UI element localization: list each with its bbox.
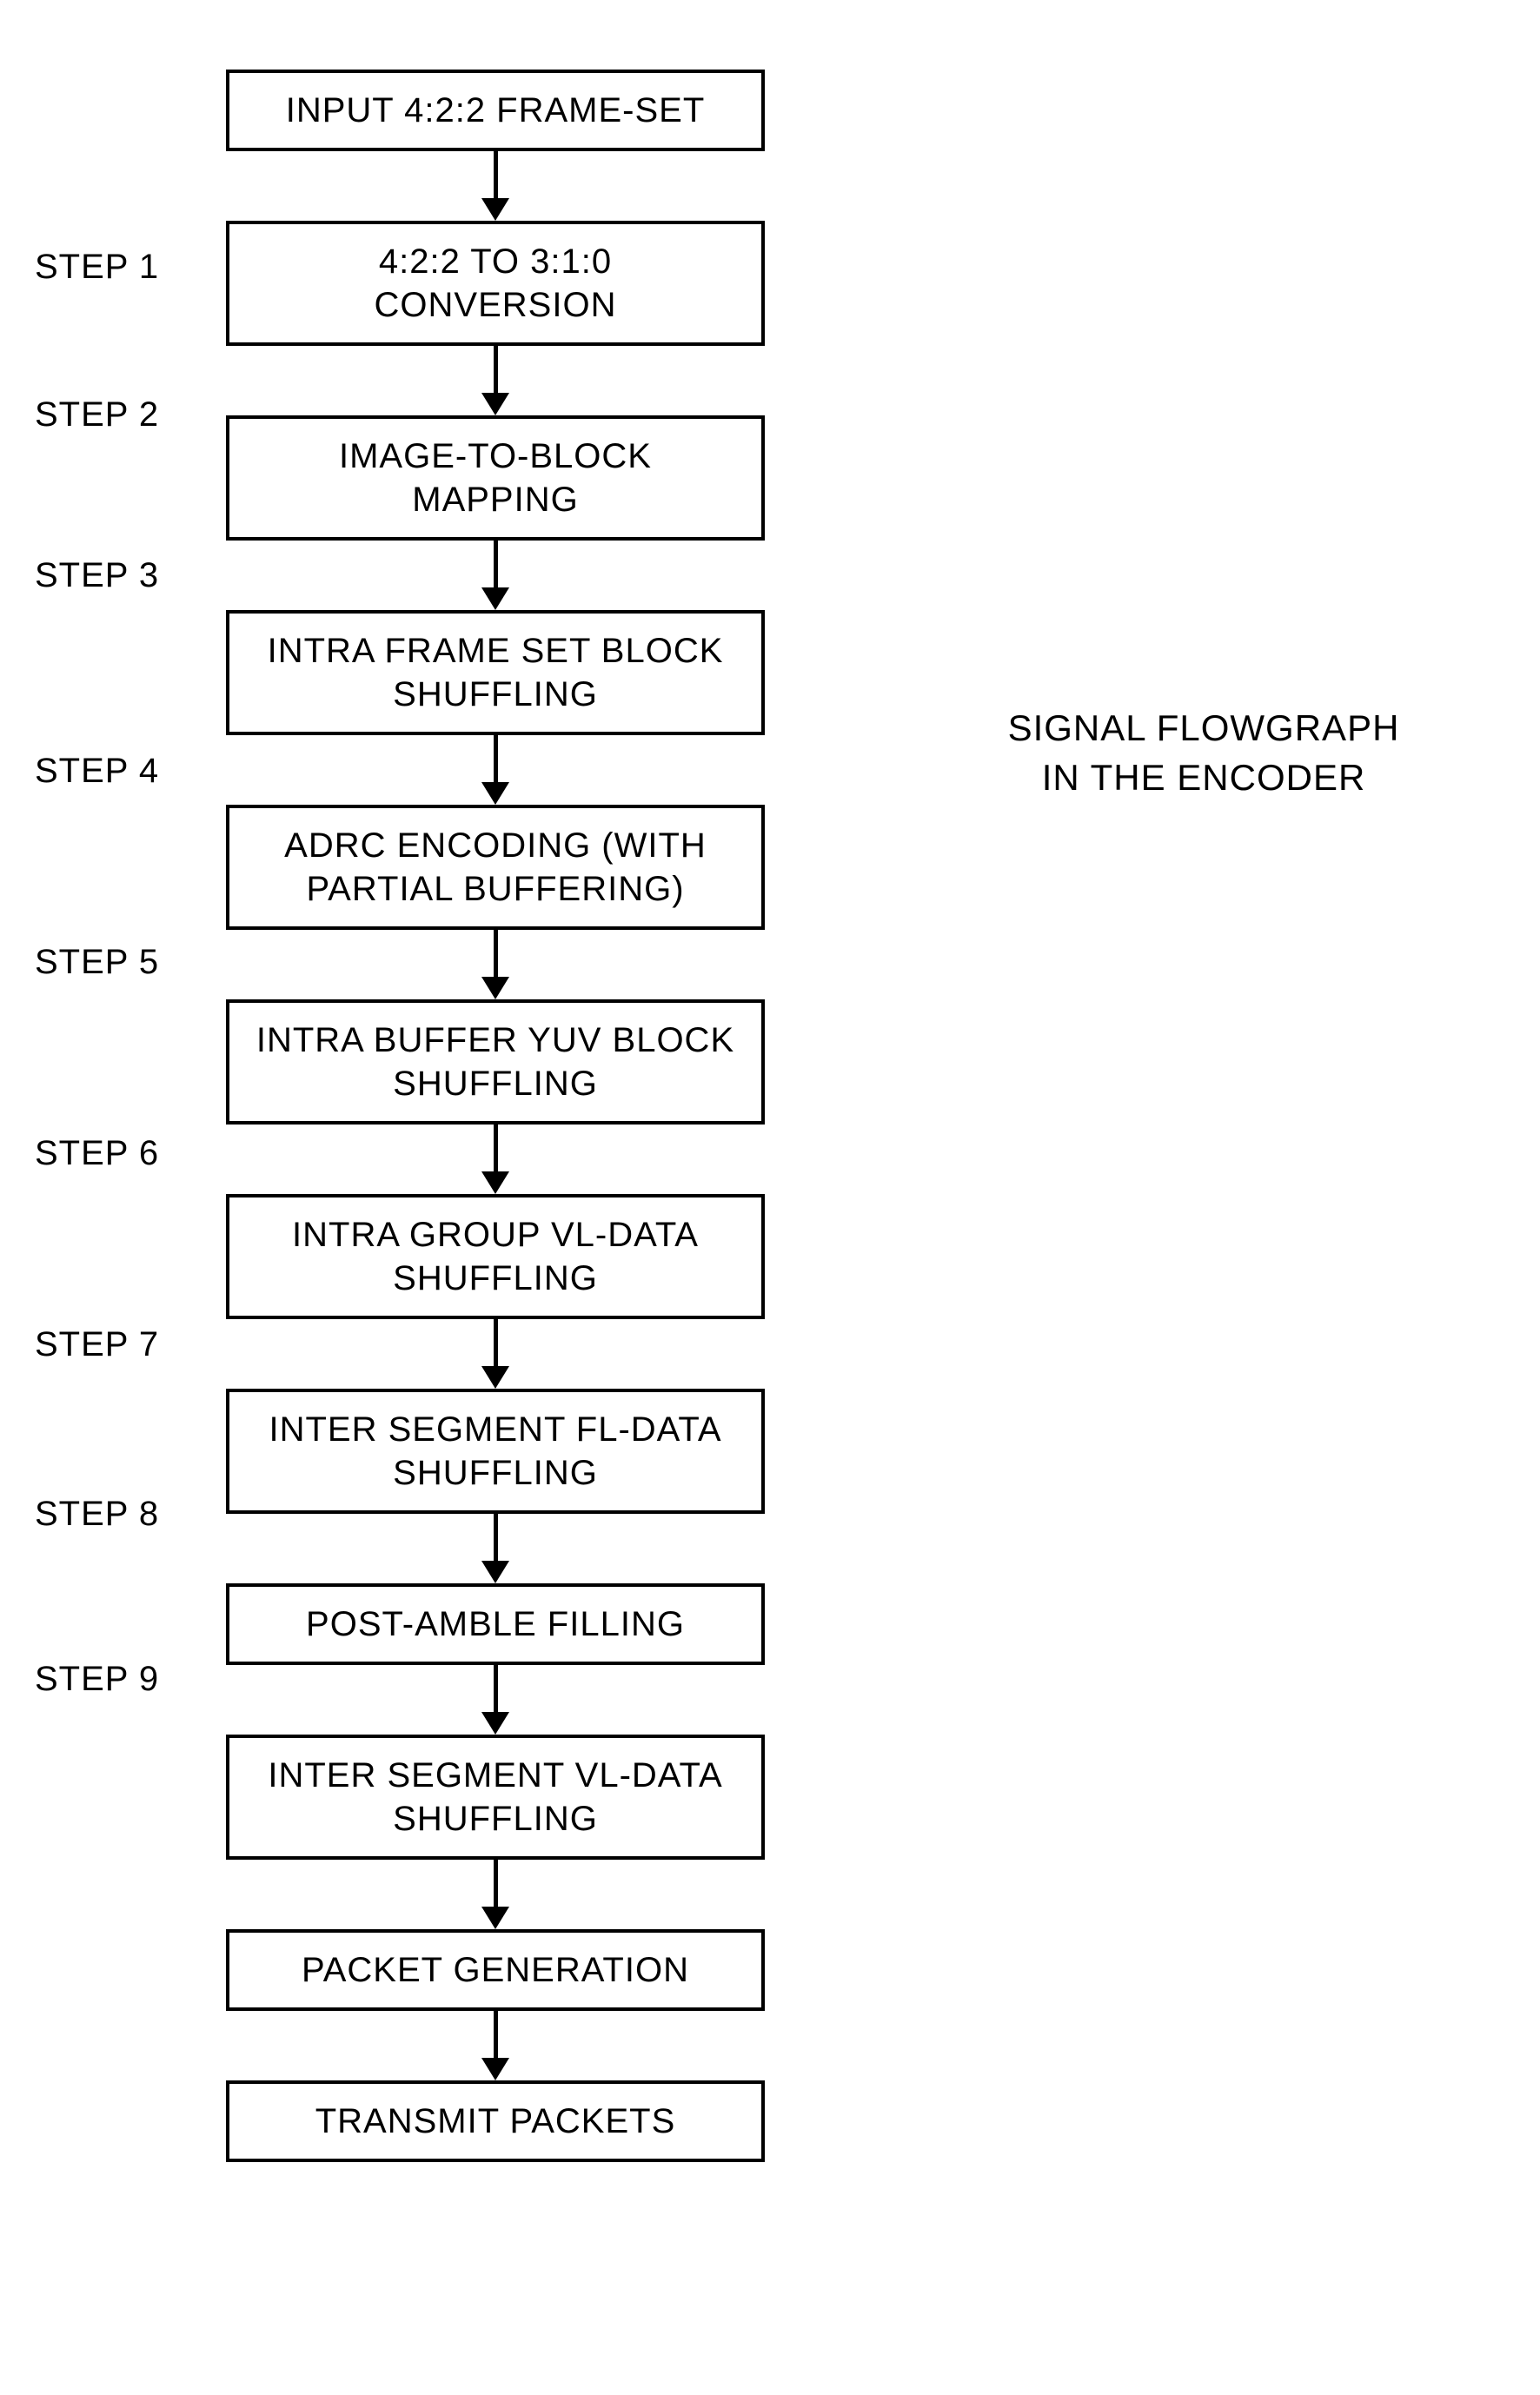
arrow-icon (481, 1319, 509, 1389)
box-line: SHUFFLING (393, 675, 598, 713)
arrow-icon (481, 735, 509, 805)
step-label-7: STEP 7 (35, 1325, 159, 1364)
arrow-icon (481, 151, 509, 221)
box-step2: IMAGE-TO-BLOCK MAPPING (226, 415, 765, 541)
arrow-icon (481, 930, 509, 999)
step-label-8: STEP 8 (35, 1495, 159, 1534)
box-line: SHUFFLING (393, 1259, 598, 1297)
box-line: INTRA GROUP VL-DATA (292, 1216, 699, 1254)
box-line: INTER SEGMENT VL-DATA (268, 1756, 722, 1795)
box-packet-gen: PACKET GENERATION (226, 1929, 765, 2011)
step-label-9: STEP 9 (35, 1660, 159, 1699)
arrow-icon (481, 1860, 509, 1929)
step-label-2: STEP 2 (35, 395, 159, 435)
step-label-3: STEP 3 (35, 556, 159, 595)
box-transmit: TRANSMIT PACKETS (226, 2080, 765, 2162)
arrow-icon (481, 541, 509, 610)
box-line: SHUFFLING (393, 1800, 598, 1838)
box-step5: INTRA BUFFER YUV BLOCK SHUFFLING (226, 999, 765, 1125)
box-step6: INTRA GROUP VL-DATA SHUFFLING (226, 1194, 765, 1319)
box-line: SHUFFLING (393, 1065, 598, 1103)
arrow-icon (481, 346, 509, 415)
box-step1: 4:2:2 TO 3:1:0 CONVERSION (226, 221, 765, 346)
step-label-4: STEP 4 (35, 752, 159, 791)
title-line: IN THE ENCODER (1042, 757, 1366, 798)
diagram-title: SIGNAL FLOWGRAPH IN THE ENCODER (965, 704, 1443, 802)
box-line: INTRA FRAME SET BLOCK (268, 632, 724, 670)
box-input: INPUT 4:2:2 FRAME-SET (226, 70, 765, 151)
arrow-icon (481, 2011, 509, 2080)
box-line: ADRC ENCODING (WITH (284, 826, 707, 865)
arrow-icon (481, 1665, 509, 1735)
step-label-6: STEP 6 (35, 1134, 159, 1173)
arrow-icon (481, 1125, 509, 1194)
box-step9: INTER SEGMENT VL-DATA SHUFFLING (226, 1735, 765, 1860)
box-step8: POST-AMBLE FILLING (226, 1583, 765, 1665)
title-line: SIGNAL FLOWGRAPH (1008, 707, 1400, 748)
flowchart-container: INPUT 4:2:2 FRAME-SET 4:2:2 TO 3:1:0 CON… (226, 70, 765, 2162)
box-line: SHUFFLING (393, 1454, 598, 1492)
box-line: PARTIAL BUFFERING) (306, 870, 684, 908)
box-step4: ADRC ENCODING (WITH PARTIAL BUFFERING) (226, 805, 765, 930)
step-label-5: STEP 5 (35, 943, 159, 982)
arrow-icon (481, 1514, 509, 1583)
box-step7: INTER SEGMENT FL-DATA SHUFFLING (226, 1389, 765, 1514)
box-line: INTRA BUFFER YUV BLOCK (256, 1021, 734, 1059)
step-label-1: STEP 1 (35, 248, 159, 287)
box-line: INTER SEGMENT FL-DATA (269, 1410, 721, 1449)
box-step3: INTRA FRAME SET BLOCK SHUFFLING (226, 610, 765, 735)
